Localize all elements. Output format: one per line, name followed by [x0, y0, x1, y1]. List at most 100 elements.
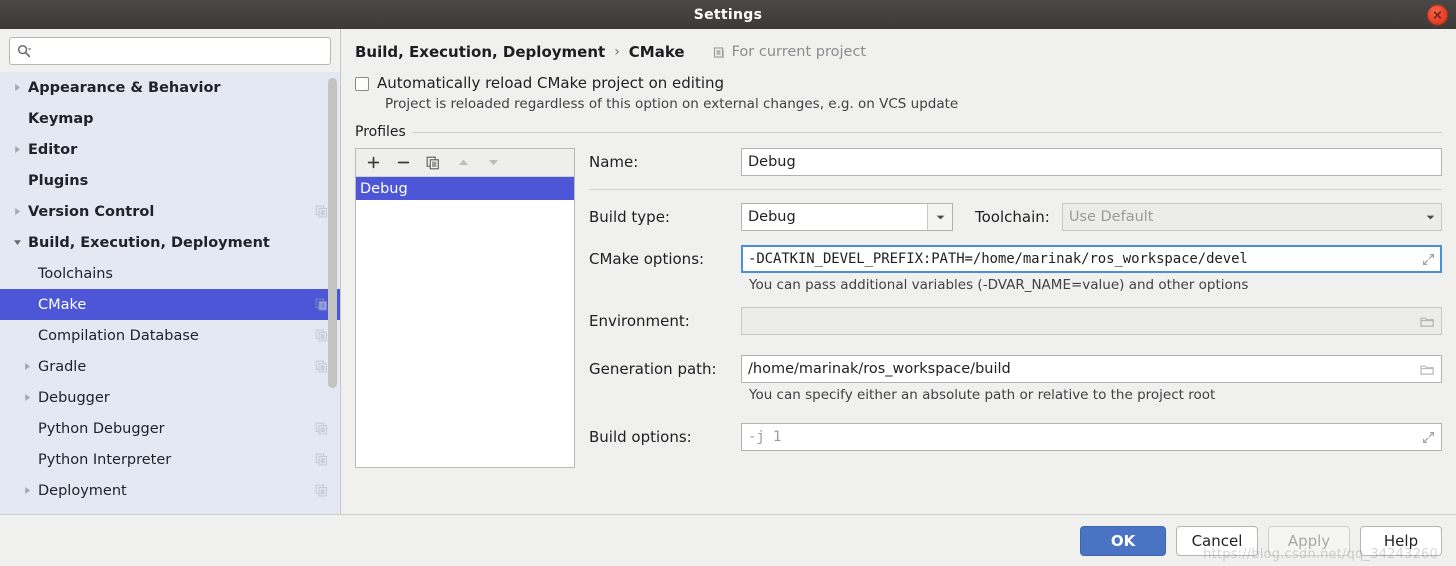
sidebar-item-label: Gradle: [38, 359, 86, 375]
cmake-options-row: CMake options: -DCATKIN_DEVEL_PREFIX:PAT…: [589, 245, 1442, 273]
build-type-label: Build type:: [589, 208, 741, 226]
toolchain-label: Toolchain:: [975, 208, 1050, 226]
generation-path-input[interactable]: /home/marinak/ros_workspace/build: [741, 355, 1442, 383]
move-up-button: [454, 154, 472, 172]
generation-path-label: Generation path:: [589, 360, 741, 378]
copy-icon: [315, 329, 328, 342]
sidebar-item-cmake[interactable]: CMake: [0, 289, 340, 320]
sidebar-item-label: Debugger: [38, 390, 110, 406]
settings-tree[interactable]: Appearance & Behavior KeymapEditorPlugins…: [0, 72, 340, 514]
arrow-down-icon: [487, 156, 500, 169]
help-button[interactable]: Help: [1360, 526, 1442, 556]
chevron-right-icon[interactable]: [20, 393, 34, 402]
name-row: Name: Debug: [589, 148, 1442, 176]
profiles-section-label: Profiles: [355, 124, 406, 140]
profiles-section-header: Profiles: [355, 124, 1442, 140]
chevron-right-icon: [13, 207, 22, 216]
title-bar: Settings: [0, 0, 1456, 29]
button-label: Help: [1384, 532, 1418, 550]
generation-path-row: Generation path: /home/marinak/ros_works…: [589, 355, 1442, 383]
auto-reload-checkbox[interactable]: [355, 77, 369, 91]
sidebar-scrollbar-thumb[interactable]: [328, 78, 337, 388]
form-divider: [589, 189, 1442, 190]
environment-label: Environment:: [589, 312, 741, 330]
sidebar-item-python-interpreter[interactable]: Python Interpreter: [0, 444, 340, 475]
breadcrumb-parent[interactable]: Build, Execution, Deployment: [355, 43, 605, 61]
button-label: OK: [1111, 532, 1135, 550]
search-input[interactable]: [36, 42, 323, 60]
chevron-right-icon[interactable]: [10, 207, 24, 216]
cmake-options-value: -DCATKIN_DEVEL_PREFIX:PATH=/home/marinak…: [748, 251, 1417, 267]
copy-icon: [426, 156, 440, 170]
cmake-options-input[interactable]: -DCATKIN_DEVEL_PREFIX:PATH=/home/marinak…: [741, 245, 1442, 273]
environment-row: Environment:: [589, 307, 1442, 335]
project-scope-icon: [713, 46, 726, 59]
chevron-right-icon[interactable]: [10, 145, 24, 154]
move-down-button: [484, 154, 502, 172]
project-scope-label: For current project: [732, 44, 867, 60]
sidebar-item-editor[interactable]: Editor: [0, 134, 340, 165]
auto-reload-label[interactable]: Automatically reload CMake project on ed…: [377, 75, 724, 92]
sidebar-item-deployment[interactable]: Deployment: [0, 475, 340, 506]
copy-icon: [315, 422, 328, 435]
chevron-down-icon[interactable]: [1419, 204, 1441, 230]
sidebar-scrollbar-track[interactable]: [328, 72, 337, 514]
build-options-label: Build options:: [589, 428, 741, 446]
remove-profile-button[interactable]: [394, 154, 412, 172]
search-icon: [17, 44, 31, 58]
button-label: Apply: [1288, 532, 1330, 550]
cancel-button[interactable]: Cancel: [1176, 526, 1258, 556]
folder-icon[interactable]: [1420, 315, 1435, 328]
sidebar-item-plugins[interactable]: Plugins: [0, 165, 340, 196]
environment-input[interactable]: [741, 307, 1442, 335]
project-scope-icon: [315, 298, 328, 311]
copy-icon: [315, 205, 328, 218]
close-icon[interactable]: [1427, 4, 1448, 25]
profile-list-item[interactable]: Debug: [356, 177, 574, 200]
sidebar-item-version-control[interactable]: Version Control: [0, 196, 340, 227]
add-profile-button[interactable]: [364, 154, 382, 172]
apply-button: Apply: [1268, 526, 1350, 556]
sidebar-item-appearance-behavior[interactable]: Appearance & Behavior: [0, 72, 340, 103]
copy-profile-button[interactable]: [424, 154, 442, 172]
settings-sidebar: Appearance & Behavior KeymapEditorPlugins…: [0, 29, 341, 514]
sidebar-item-build-execution-deployment[interactable]: Build, Execution, Deployment: [0, 227, 340, 258]
minus-icon: [397, 156, 410, 169]
name-input[interactable]: Debug: [741, 148, 1442, 176]
auto-reload-row[interactable]: Automatically reload CMake project on ed…: [355, 75, 1442, 92]
build-type-value: Debug: [742, 209, 927, 225]
sidebar-item-keymap[interactable]: Keymap: [0, 103, 340, 134]
build-options-input[interactable]: -j 1: [741, 423, 1442, 451]
chevron-right-icon[interactable]: [20, 362, 34, 371]
sidebar-item-label: Deployment: [38, 483, 127, 499]
toolchain-select[interactable]: Use Default: [1062, 203, 1442, 231]
copy-icon: [315, 298, 328, 311]
sidebar-item-gradle[interactable]: Gradle: [0, 351, 340, 382]
search-box[interactable]: [9, 37, 331, 65]
sidebar-item-compilation-database[interactable]: Compilation Database: [0, 320, 340, 351]
chevron-down-icon[interactable]: [927, 204, 952, 230]
build-options-placeholder: -j 1: [748, 429, 1417, 445]
chevron-right-icon: [13, 83, 22, 92]
chevron-right-icon: [13, 145, 22, 154]
ok-button[interactable]: OK: [1080, 526, 1166, 556]
sidebar-item-debugger[interactable]: Debugger: [0, 382, 340, 413]
generation-path-value: /home/marinak/ros_workspace/build: [748, 361, 1415, 377]
sidebar-item-label: Version Control: [28, 204, 154, 220]
expand-icon[interactable]: [1422, 431, 1435, 444]
settings-window: Settings Appearance & Behavi: [0, 0, 1456, 566]
cmake-options-label: CMake options:: [589, 250, 741, 268]
profiles-list[interactable]: Debug: [356, 177, 574, 467]
chevron-right-icon[interactable]: [10, 83, 24, 92]
plus-icon: [367, 156, 380, 169]
build-type-select[interactable]: Debug: [741, 203, 953, 231]
sidebar-item-label: CMake: [38, 297, 86, 313]
sidebar-item-toolchains[interactable]: Toolchains: [0, 258, 340, 289]
folder-icon[interactable]: [1420, 363, 1435, 376]
chevron-right-icon[interactable]: [20, 486, 34, 495]
chevron-down-icon[interactable]: [10, 238, 24, 247]
sidebar-item-label: Appearance & Behavior: [28, 80, 221, 96]
project-scope-icon: [315, 329, 328, 342]
expand-icon[interactable]: [1422, 253, 1435, 266]
sidebar-item-python-debugger[interactable]: Python Debugger: [0, 413, 340, 444]
